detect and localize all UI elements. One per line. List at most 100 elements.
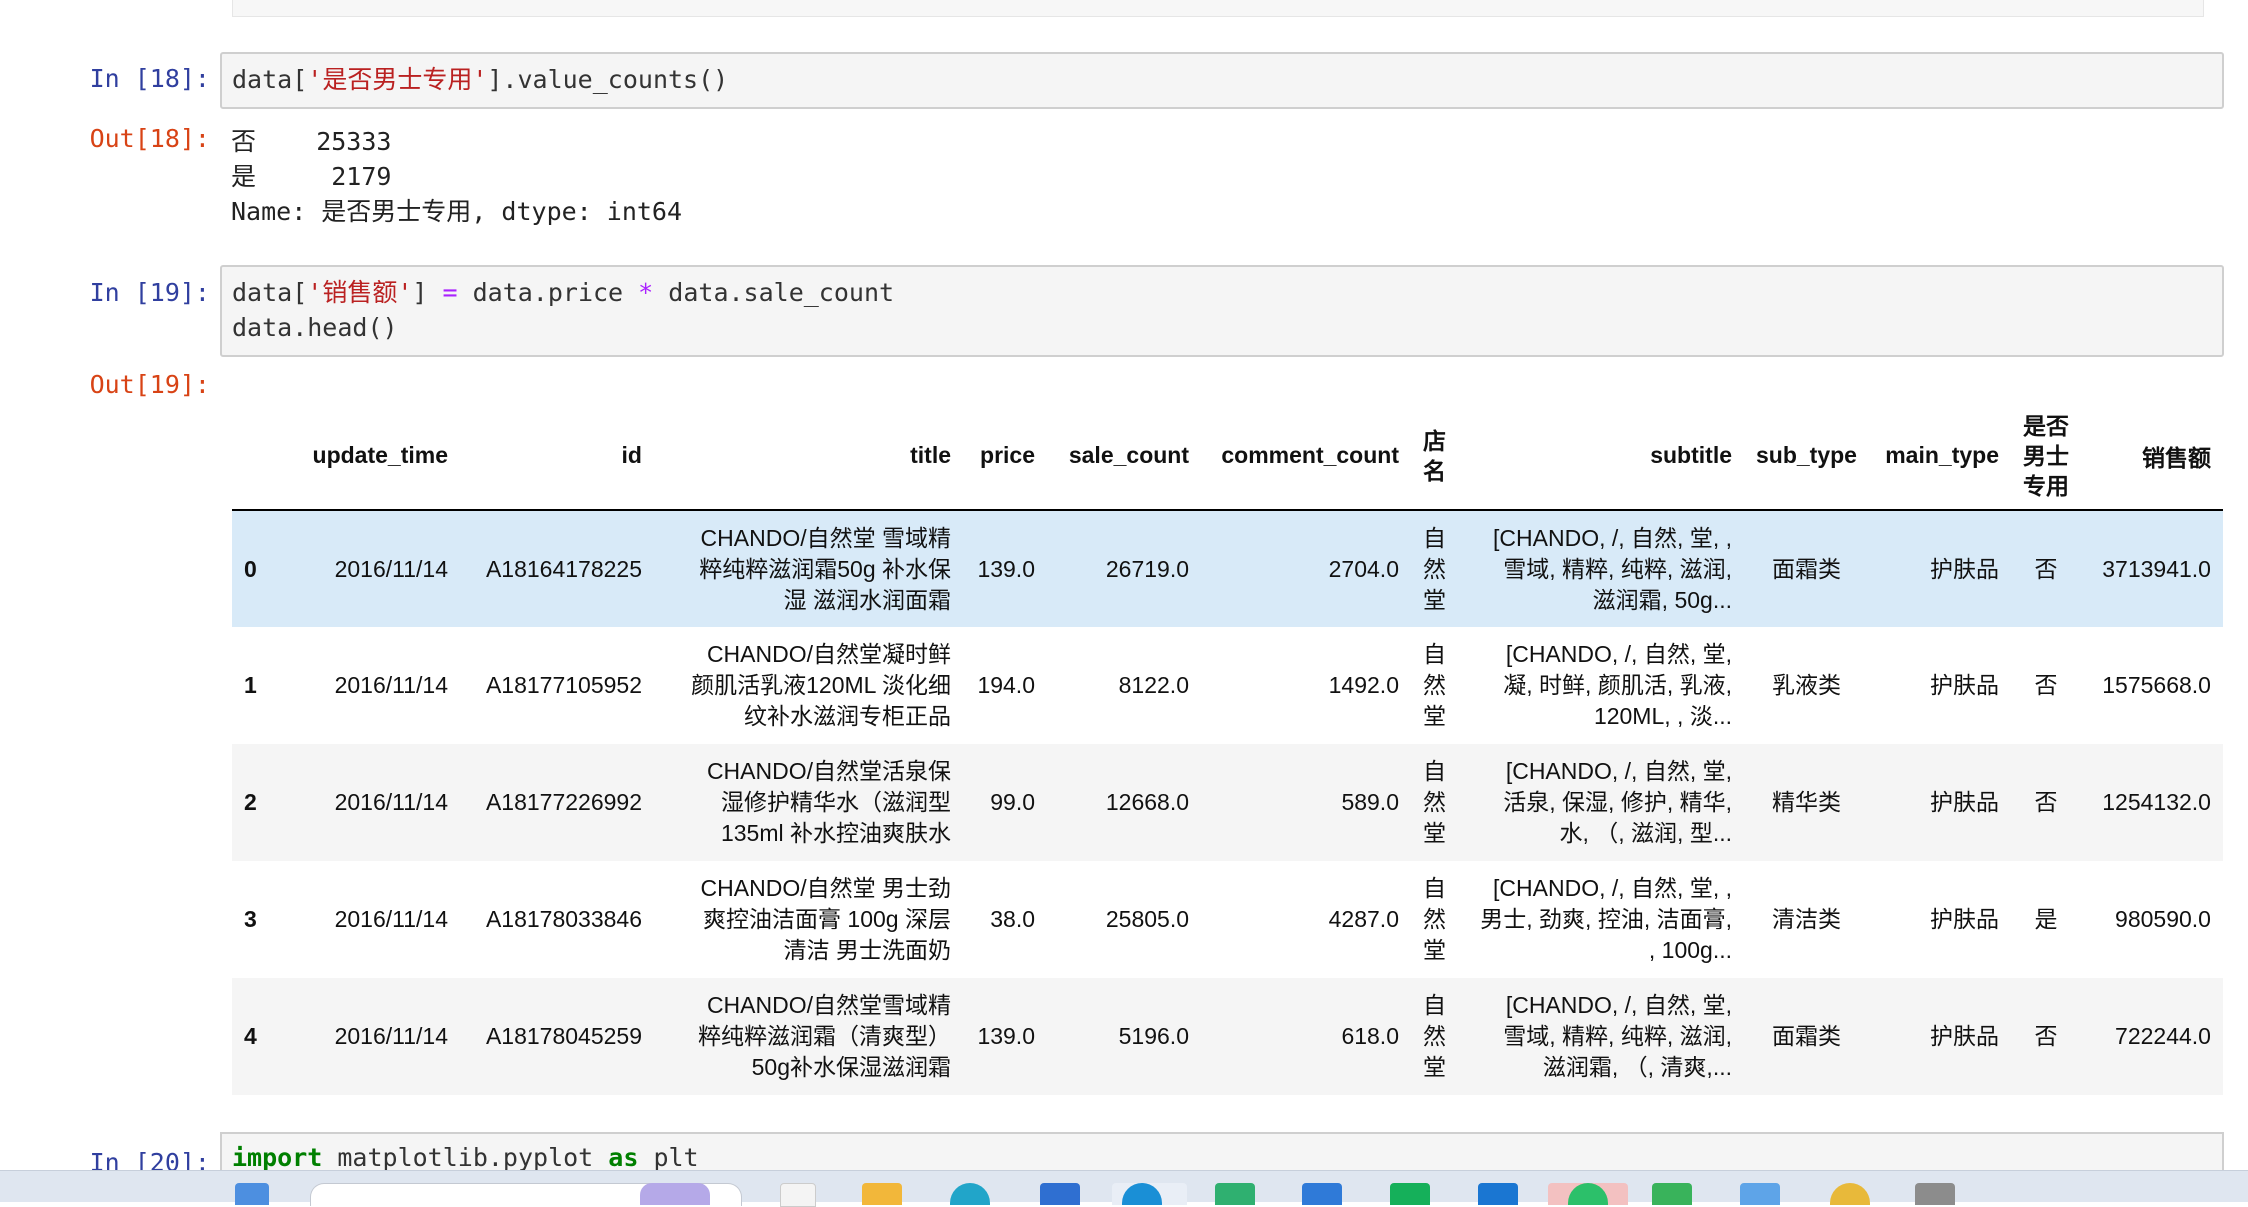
table-cell: A18164178225 [485, 555, 642, 582]
code-cell-19[interactable]: data['销售额'] = data.price * data.sale_cou… [220, 265, 2224, 357]
table-cell: 自 然 堂 [1423, 875, 1446, 963]
table-cell: 精华类 [1771, 789, 1841, 815]
table-cell: 618.0 [1341, 1023, 1399, 1049]
table-cell: 3713941.0 [2102, 555, 2211, 582]
table-row: 4 2016/11/14 A18178045259 CHANDO/自然堂雪域精 粹纯粹… [232, 978, 2223, 1095]
table-cell: 589.0 [1341, 789, 1399, 815]
table-cell: 护肤品 [1929, 1023, 1999, 1049]
table-cell: 139.0 [977, 1023, 1035, 1049]
column-header-index [232, 402, 276, 511]
table-cell: [CHANDO, /, 自然, 堂, 雪域, 精粹, 纯粹, 滋润, 滋润霜, … [1503, 992, 1732, 1080]
table-cell: CHANDO/自然堂雪域精 粹纯粹滋润霜（清爽型） 50g补水保湿滋润霜 [698, 992, 951, 1080]
table-cell: 2016/11/14 [334, 672, 448, 698]
code-operator: = [442, 278, 458, 307]
column-header: 店 名 [1411, 402, 1458, 511]
column-header: comment_count [1201, 402, 1411, 511]
out-prompt-19: Out[19]: [89, 370, 210, 399]
app-icon[interactable] [1652, 1183, 1692, 1205]
table-row: 3 2016/11/14 A18178033846 CHANDO/自然堂 男士劲 爽控… [232, 861, 2223, 978]
table-cell: A18178045259 [485, 1023, 642, 1049]
column-header: subtitle [1458, 402, 1744, 511]
shield-icon[interactable] [1302, 1183, 1342, 1205]
column-header: price [963, 402, 1047, 511]
code-keyword: as [608, 1143, 639, 1172]
previous-cell-bottom [232, 0, 2204, 17]
table-cell: 面霜类 [1771, 555, 1841, 582]
windows-start-icon[interactable] [235, 1183, 269, 1205]
code-token: data[ [232, 65, 308, 94]
column-header: main_type [1868, 402, 2011, 511]
in-prompt-18: In [18]: [89, 64, 210, 93]
table-cell: A18177226992 [485, 789, 642, 815]
table-cell: 自 然 堂 [1423, 758, 1446, 846]
table-cell: 2016/11/14 [334, 789, 448, 815]
output-line: 否 25333 [231, 127, 392, 156]
folder-icon[interactable] [862, 1183, 902, 1205]
table-cell: 25805.0 [1105, 906, 1189, 932]
table-cell: [CHANDO, /, 自然, 堂, 活泉, 保湿, 修护, 精华, 水, （,… [1503, 758, 1732, 846]
column-header: update_time [276, 402, 460, 511]
row-index: 2 [244, 789, 257, 815]
row-index: 3 [244, 906, 257, 932]
table-cell: CHANDO/自然堂 雪域精 粹纯粹滋润霜50g 补水保 湿 滋润水润面霜 [699, 524, 951, 613]
code-token: ] [412, 278, 443, 307]
code-keyword: import [232, 1143, 323, 1172]
table-cell: CHANDO/自然堂凝时鲜 颜肌活乳液120ML 淡化细 纹补水滋润专柜正品 [691, 641, 951, 729]
table-cell: 护肤品 [1929, 906, 1999, 932]
table-cell: 4287.0 [1328, 906, 1399, 932]
column-header: 是否 男士 专用 [2010, 402, 2081, 511]
code-token: matplotlib.pyplot [322, 1143, 609, 1172]
column-header: 销售额 [2080, 402, 2223, 511]
table-cell: [CHANDO, /, 自然, 堂, , 男士, 劲爽, 控油, 洁面膏, , … [1480, 875, 1732, 963]
table-cell: 否 [2034, 789, 2058, 815]
row-index: 1 [244, 672, 257, 698]
edge-icon[interactable] [950, 1183, 990, 1205]
chrome-icon[interactable] [1830, 1183, 1870, 1205]
code-token: data.price [457, 278, 639, 307]
spreadsheet-icon[interactable] [1215, 1183, 1255, 1205]
table-cell: 139.0 [977, 555, 1035, 582]
file-icon[interactable] [780, 1183, 816, 1207]
mail-icon[interactable] [1478, 1183, 1518, 1205]
table-cell: 护肤品 [1929, 672, 1999, 698]
table-cell: A18178033846 [485, 906, 642, 932]
table-cell: 1575668.0 [2102, 672, 2211, 698]
window-icon[interactable] [1915, 1183, 1955, 1205]
output-18: 否 25333 是 2179 Name: 是否男士专用, dtype: int64 [231, 124, 682, 229]
taskbar [0, 1170, 2248, 1207]
code-token: data[ [232, 278, 308, 307]
table-cell: 1254132.0 [2102, 789, 2211, 815]
column-header: title [654, 402, 963, 511]
table-cell: 194.0 [977, 672, 1035, 698]
code-token: ].value_counts() [487, 65, 729, 94]
explorer-icon[interactable] [1740, 1183, 1780, 1205]
table-cell: 清洁类 [1771, 906, 1841, 932]
table-row: 1 2016/11/14 A18177105952 CHANDO/自然堂凝时鲜 颜肌活… [232, 627, 2223, 744]
table-cell: 38.0 [990, 906, 1035, 932]
table-cell: 5196.0 [1118, 1023, 1189, 1049]
table-cell: [CHANDO, /, 自然, 堂, 凝, 时鲜, 颜肌活, 乳液, 120ML… [1503, 641, 1732, 729]
table-cell: 2016/11/14 [334, 906, 448, 932]
table-cell: CHANDO/自然堂活泉保 湿修护精华水（滋润型 135ml 补水控油爽肤水 [706, 758, 951, 846]
code-cell-18[interactable]: data['是否男士专用'].value_counts() [220, 52, 2224, 109]
code-cell-20[interactable]: import matplotlib.pyplot as plt [220, 1132, 2224, 1172]
table-cell: 否 [2034, 672, 2058, 698]
table-row: 2 2016/11/14 A18177226992 CHANDO/自然堂活泉保 湿修护… [232, 744, 2223, 861]
table-header-row: update_time id title price sale_count co… [232, 402, 2223, 511]
column-header: sub_type [1744, 402, 1869, 511]
row-index: 4 [244, 1023, 257, 1049]
chat-icon[interactable] [1390, 1183, 1430, 1205]
out-prompt-18: Out[18]: [89, 124, 210, 153]
table-cell: 980590.0 [2115, 906, 2211, 932]
table-cell: 8122.0 [1118, 672, 1189, 698]
code-operator: * [638, 278, 654, 307]
code-token: data.head() [232, 313, 398, 342]
store-icon[interactable] [1040, 1183, 1080, 1205]
code-string: '销售额' [307, 278, 413, 307]
output-line: Name: 是否男士专用, dtype: int64 [231, 197, 683, 226]
table-cell: 99.0 [990, 789, 1035, 815]
widget-icon[interactable] [640, 1183, 710, 1205]
table-cell: 护肤品 [1929, 555, 1999, 582]
table-cell: 1492.0 [1328, 672, 1399, 698]
table-cell: 面霜类 [1771, 1023, 1841, 1049]
